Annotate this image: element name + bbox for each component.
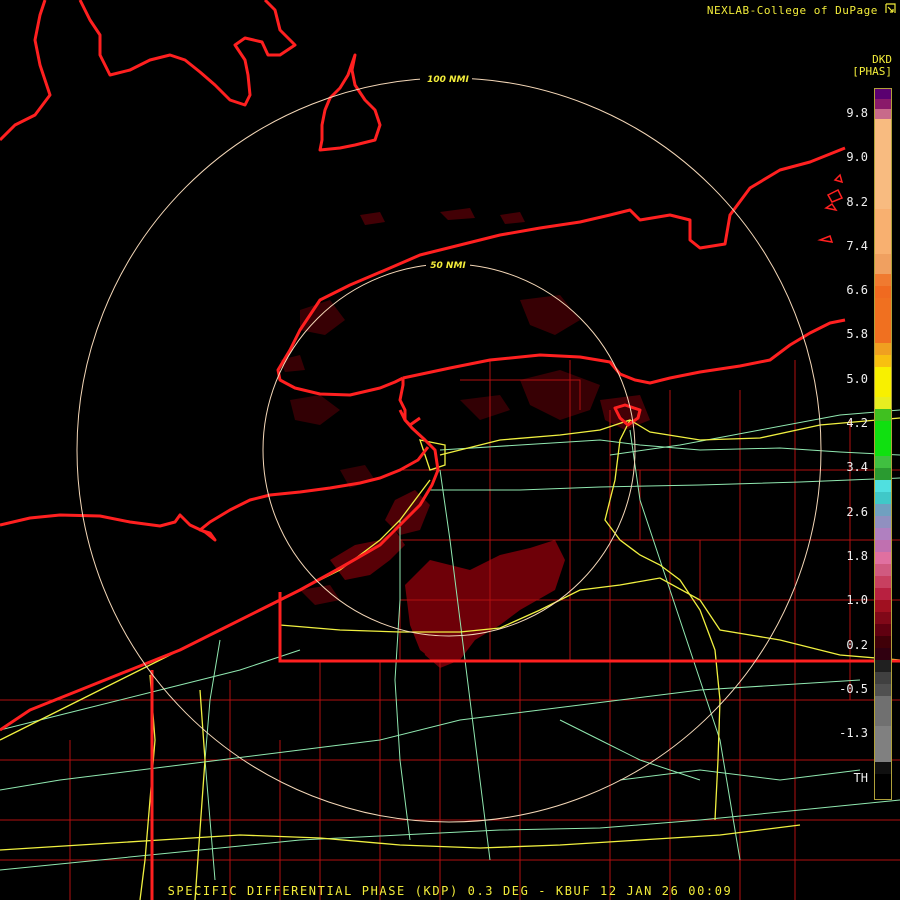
product-footer: SPECIFIC DIFFERENTIAL PHASE (KDP) 0.3 DE… <box>167 884 733 898</box>
product-units: [PHAS] <box>852 65 892 78</box>
legend-label-5-0: 5.0 <box>846 372 868 386</box>
legend-label-1-8: 1.8 <box>846 549 868 563</box>
state-border <box>150 592 900 900</box>
radar-map: 100 NMI 50 NMI <box>0 0 900 900</box>
nexlab-logo-icon <box>885 3 896 17</box>
legend-label-5-8: 5.8 <box>846 327 868 341</box>
legend-label-1-0: 1.0 <box>846 593 868 607</box>
legend-label-3-4: 3.4 <box>846 460 868 474</box>
legend-label-th: TH <box>853 771 868 785</box>
legend-label-4-2: 4.2 <box>846 416 868 430</box>
legend-label-0-2: 0.2 <box>846 638 868 652</box>
color-scale-bar <box>874 88 892 800</box>
radar-echoes <box>280 208 650 668</box>
legend-label-7-4: 7.4 <box>846 239 868 253</box>
range-ring-label-100: 100 NMI <box>427 75 469 85</box>
legend-label-9-8: 9.8 <box>846 106 868 120</box>
legend-label-8-2: 8.2 <box>846 195 868 209</box>
legend-title: DKD [PHAS] <box>852 54 892 78</box>
islands <box>817 173 844 243</box>
legend-label-6-6: 6.6 <box>846 283 868 297</box>
legend-label-9-0: 9.0 <box>846 150 868 164</box>
legend-label-2-6: 2.6 <box>846 505 868 519</box>
legend-label-neg-0-5: -0.5 <box>839 682 868 696</box>
credit-text: NEXLAB-College of DuPage <box>706 4 878 17</box>
legend-label-neg-1-3: -1.3 <box>839 726 868 740</box>
credit-label: NEXLAB-College of DuPage <box>707 3 896 17</box>
range-ring-label-50: 50 NMI <box>430 261 466 271</box>
